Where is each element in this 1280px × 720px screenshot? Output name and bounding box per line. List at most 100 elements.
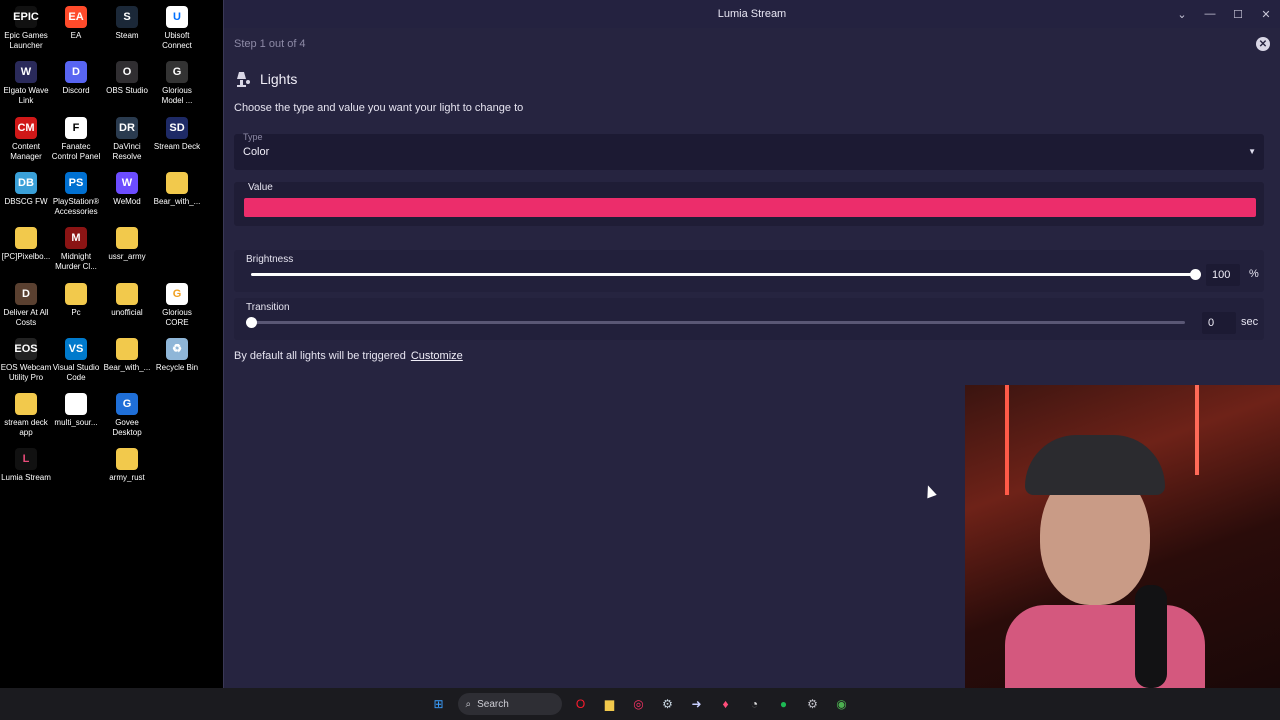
desktop-icon-label: WeMod (113, 196, 141, 206)
desktop-icon[interactable]: stream deck app (0, 393, 52, 438)
spotify-icon[interactable]: ● (774, 694, 794, 714)
app-icon: D (65, 61, 87, 84)
desktop-icon-label: multi_sour... (54, 418, 98, 428)
desktop-icon[interactable]: SD Stream Deck (151, 116, 203, 152)
app-icon (15, 227, 37, 250)
app-icon: EA (65, 6, 87, 28)
desktop-icon[interactable]: W WeMod (101, 171, 153, 207)
app-icon (15, 393, 37, 416)
app-icon (65, 393, 87, 416)
desktop-icon[interactable]: Bear_with_... (151, 171, 203, 207)
desktop-icon[interactable]: Bear_with_... (101, 337, 153, 373)
close-wizard-button[interactable]: ✕ (1256, 37, 1270, 51)
desktop-icon[interactable]: M Midnight Murder Cl... (50, 227, 102, 272)
file-explorer-icon[interactable]: ▆ (600, 694, 620, 714)
settings-icon[interactable]: ⚙ (803, 694, 823, 714)
search-icon: ⌕ (465, 698, 472, 710)
chrome-icon[interactable]: ◉ (832, 694, 852, 714)
windows-start-icon[interactable]: ⊞ (429, 694, 449, 714)
app-icon: PS (65, 171, 87, 194)
app-icon: M (65, 227, 87, 250)
desktop-icon[interactable]: G Govee Desktop (101, 393, 153, 438)
page-title: Lights (260, 71, 298, 87)
opera-gx-icon[interactable]: ◎ (629, 694, 649, 714)
desktop-icon[interactable]: army_rust (101, 448, 153, 483)
desktop-icon[interactable]: O OBS Studio (101, 61, 153, 96)
close-window-button[interactable]: ✕ (1252, 0, 1280, 28)
desktop-icon[interactable]: VS Visual Studio Code (50, 337, 102, 383)
desktop-icon-label: DaVinci Resolve (112, 141, 142, 161)
desktop-icon-label: Ubisoft Connect (162, 31, 192, 50)
desktop-icon[interactable]: CM Content Manager (0, 116, 52, 162)
color-picker-swatch[interactable] (244, 198, 1256, 217)
desktop-icon-label: PlayStation® Accessories (52, 196, 100, 216)
light-bulb-icon (234, 70, 252, 88)
desktop-icon[interactable]: U Ubisoft Connect (151, 6, 203, 51)
app-icon: CM (15, 116, 37, 139)
desktop-icon[interactable]: DR DaVinci Resolve (101, 116, 153, 162)
app-icon: O (116, 61, 138, 84)
desktop-icon[interactable]: [PC]Pixelbo... (0, 227, 52, 262)
brightness-input[interactable]: 100 (1206, 264, 1240, 286)
app-icon: EOS (14, 337, 38, 360)
desktop-icon[interactable]: W Elgato Wave Link (0, 61, 52, 106)
collapse-button[interactable]: ⌄ (1168, 0, 1196, 28)
footnote-text: By default all lights will be triggered (234, 350, 406, 362)
desktop-icon[interactable]: Pc (50, 282, 102, 318)
desktop-icon-label: OBS Studio (106, 86, 148, 96)
desktop-icon-label: Content Manager (10, 141, 42, 161)
app-icon (116, 448, 138, 471)
desktop-icon[interactable]: multi_sour... (50, 393, 102, 428)
desktop-icon[interactable]: PS PlayStation® Accessories (50, 171, 102, 217)
title-bar: Lumia Stream ⌄ — ☐ ✕ (224, 0, 1280, 28)
app-icon: F (65, 116, 87, 139)
desktop-icon-label: Midnight Murder Cl... (55, 252, 97, 272)
brightness-thumb[interactable] (1190, 269, 1201, 280)
minimize-button[interactable]: — (1196, 0, 1224, 28)
desktop-icon[interactable]: EOS EOS Webcam Utility Pro (0, 337, 52, 383)
transition-thumb[interactable] (246, 317, 257, 328)
transition-input[interactable]: 0 (1202, 312, 1236, 334)
desktop-icon[interactable]: EPIC Epic Games Launcher (0, 6, 52, 51)
desktop-icon-label: Pc (71, 307, 81, 317)
customize-link[interactable]: Customize (411, 350, 463, 362)
brightness-label: Brightness (246, 254, 294, 265)
desktop-icon[interactable]: F Fanatec Control Panel (50, 116, 102, 162)
app-icon: W (116, 171, 138, 194)
desktop-icon[interactable]: ussr_army (101, 227, 153, 262)
desktop-icon-label: Glorious CORE (162, 307, 192, 327)
desktop-icon[interactable]: L Lumia Stream (0, 448, 52, 483)
steam-icon[interactable]: ⚙ (658, 694, 678, 714)
arrow-app-icon[interactable]: ➜ (687, 694, 707, 714)
app-icon: S (116, 6, 138, 28)
value-field: Value (234, 182, 1264, 226)
transition-track[interactable] (251, 321, 1185, 324)
desktop-icon[interactable]: ♻ Recycle Bin (151, 337, 203, 373)
chrome-update-icon[interactable]: ◔ (745, 694, 765, 714)
taskbar-search[interactable]: ⌕ Search (457, 693, 562, 715)
desktop-icon[interactable]: G Glorious Model ... (151, 61, 203, 106)
transition-label: Transition (246, 302, 290, 313)
desktop-icon-label: Lumia Stream (1, 473, 51, 483)
desktop-icon[interactable]: EA EA (50, 6, 102, 41)
app-icon: ♻ (166, 337, 188, 360)
type-select[interactable]: Type Color ▼ (234, 132, 1264, 170)
desktop: EPIC Epic Games Launcher EA EA S Steam U Ubisof… (0, 0, 222, 688)
desktop-icon-label: Govee Desktop (112, 418, 142, 438)
app-icon: U (166, 6, 188, 28)
opera-icon[interactable]: O (571, 694, 591, 714)
desktop-icon[interactable]: D Discord (50, 61, 102, 96)
app-icon: G (116, 393, 138, 416)
lumia-icon[interactable]: ♦ (716, 694, 736, 714)
webcam-overlay (965, 385, 1280, 688)
desktop-icon-label: Elgato Wave Link (3, 86, 49, 106)
transition-unit: sec (1241, 316, 1259, 328)
desktop-icon-label: Stream Deck (153, 141, 201, 151)
desktop-icon[interactable]: unofficial (101, 282, 153, 318)
window-controls: ⌄ — ☐ ✕ (1168, 0, 1280, 28)
maximize-button[interactable]: ☐ (1224, 0, 1252, 28)
desktop-icon[interactable]: S Steam (101, 6, 153, 41)
desktop-icon[interactable]: D Deliver At All Costs (0, 282, 52, 328)
desktop-icon[interactable]: G Glorious CORE (151, 282, 203, 328)
desktop-icon[interactable]: DB DBSCG FW (0, 171, 52, 207)
